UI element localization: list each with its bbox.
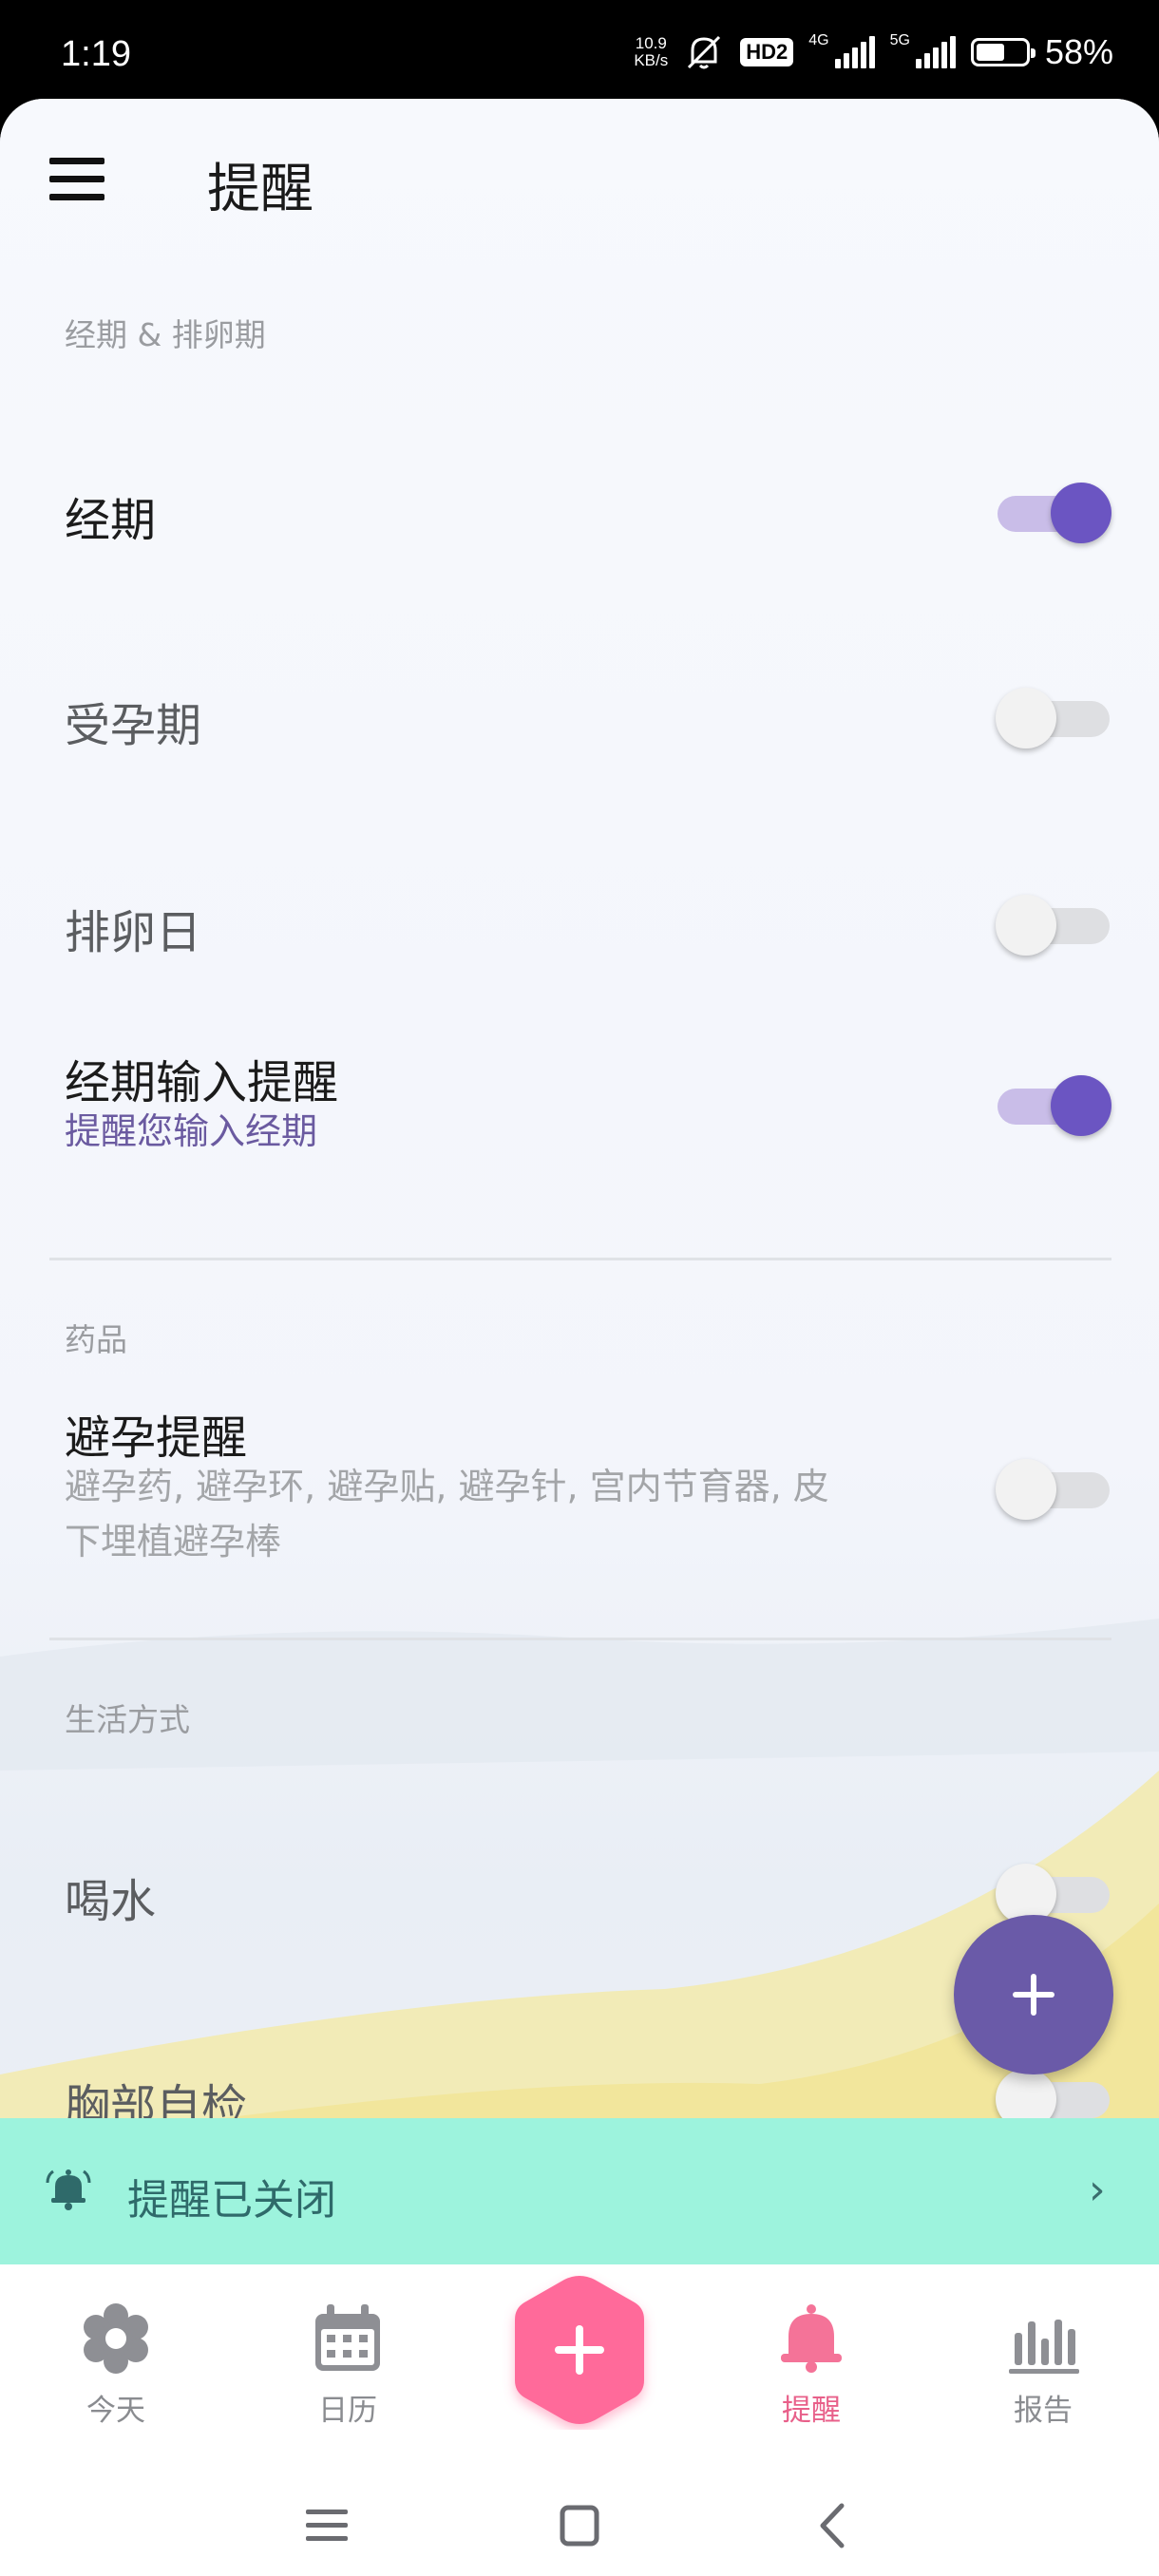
tab-calendar[interactable]: 日历 <box>272 2264 424 2454</box>
status-bar: 1:19 10.9 KB/s HD2 4G 5G 58% <box>0 0 1159 104</box>
reminder-title: 避孕提醒 <box>65 1411 248 1465</box>
section-divider <box>49 1638 1112 1640</box>
reminder-title: 排卵日 <box>65 906 202 959</box>
reminder-item-breast-check[interactable]: 胸部自检 <box>0 2069 1159 2118</box>
tab-label: 今天 <box>86 2394 145 2428</box>
battery-icon <box>970 38 1036 66</box>
status-time: 1:19 <box>61 34 131 74</box>
hamburger-menu-icon[interactable] <box>44 150 110 207</box>
tab-label: 提醒 <box>782 2394 841 2428</box>
tab-report[interactable]: 报告 <box>967 2264 1119 2454</box>
tab-label: 报告 <box>1014 2394 1073 2428</box>
reminder-item-fertile[interactable]: 受孕期 <box>0 688 1159 878</box>
section-divider <box>49 1258 1112 1260</box>
add-hexagon-icon[interactable] <box>502 2270 657 2430</box>
toggle-ovulation[interactable] <box>996 893 1112 959</box>
reminder-item-contraception[interactable]: 避孕提醒 避孕药, 避孕环, 避孕贴, 避孕针, 宫内节育器, 皮 下埋植避孕棒 <box>0 1400 1159 1685</box>
reminder-title: 受孕期 <box>65 699 202 752</box>
bell-icon <box>781 2304 842 2373</box>
section-label-medicine: 药品 <box>65 1321 127 1358</box>
gear-flower-icon <box>84 2303 148 2374</box>
reminder-item-period[interactable]: 经期 <box>0 483 1159 672</box>
home-icon[interactable] <box>542 2492 618 2559</box>
calendar-icon <box>315 2304 380 2371</box>
hd-badge: HD2 <box>740 38 794 66</box>
signal-5g-icon <box>915 36 956 68</box>
tab-today[interactable]: 今天 <box>40 2264 192 2454</box>
tab-label: 日历 <box>318 2394 377 2428</box>
bell-icon <box>46 2169 91 2210</box>
signal-5g-label: 5G <box>889 32 910 48</box>
app-screen: 提醒 经期 & 排卵期 经期 受孕期 排卵日 经期输入提醒 提醒您输入经期 药品… <box>0 99 1159 2576</box>
toggle-contraception[interactable] <box>996 1457 1112 1524</box>
toggle-breast-check[interactable] <box>996 2069 1112 2118</box>
toggle-fertile[interactable] <box>996 686 1112 752</box>
reminder-subtitle-line2: 下埋植避孕棒 <box>65 1521 282 1563</box>
reminders-off-banner[interactable]: 提醒已关闭 › <box>0 2118 1159 2264</box>
reminder-item-period-input[interactable]: 经期输入提醒 提醒您输入经期 <box>0 1045 1159 1235</box>
bar-chart-icon <box>1009 2320 1079 2374</box>
banner-text: 提醒已关闭 <box>127 2176 336 2225</box>
network-speed: 10.9 KB/s <box>634 34 669 69</box>
battery-percent: 58% <box>1044 32 1113 71</box>
toggle-period-input[interactable] <box>996 1073 1112 1140</box>
bottom-tab-bar: 今天 日历 提醒 报告 <box>0 2264 1159 2473</box>
section-label-lifestyle: 生活方式 <box>65 1701 190 1738</box>
reminder-title: 胸部自检 <box>65 2080 248 2118</box>
signal-4g-icon <box>834 36 875 68</box>
toggle-period[interactable] <box>996 481 1112 547</box>
section-label-period: 经期 & 排卵期 <box>65 316 266 353</box>
reminder-subtitle: 提醒您输入经期 <box>65 1110 318 1152</box>
muted-bell-icon <box>688 35 721 69</box>
tab-reminders[interactable]: 提醒 <box>735 2264 887 2454</box>
reminder-title: 经期输入提醒 <box>65 1056 339 1109</box>
add-reminder-fab[interactable] <box>954 1915 1113 2074</box>
status-icons: 10.9 KB/s HD2 4G 5G 58% <box>634 32 1113 72</box>
back-icon[interactable] <box>794 2492 870 2559</box>
reminder-title: 经期 <box>65 494 157 547</box>
page-title: 提醒 <box>207 159 314 220</box>
chevron-right-icon: › <box>1089 2166 1106 2214</box>
signal-4g-label: 4G <box>808 32 829 48</box>
reminder-subtitle-line1: 避孕药, 避孕环, 避孕贴, 避孕针, 宫内节育器, 皮 <box>65 1466 829 1507</box>
system-nav-bar <box>0 2473 1159 2576</box>
recent-apps-icon[interactable] <box>289 2492 365 2559</box>
reminder-title: 喝水 <box>65 1875 157 1928</box>
app-header: 提醒 <box>0 99 1159 270</box>
